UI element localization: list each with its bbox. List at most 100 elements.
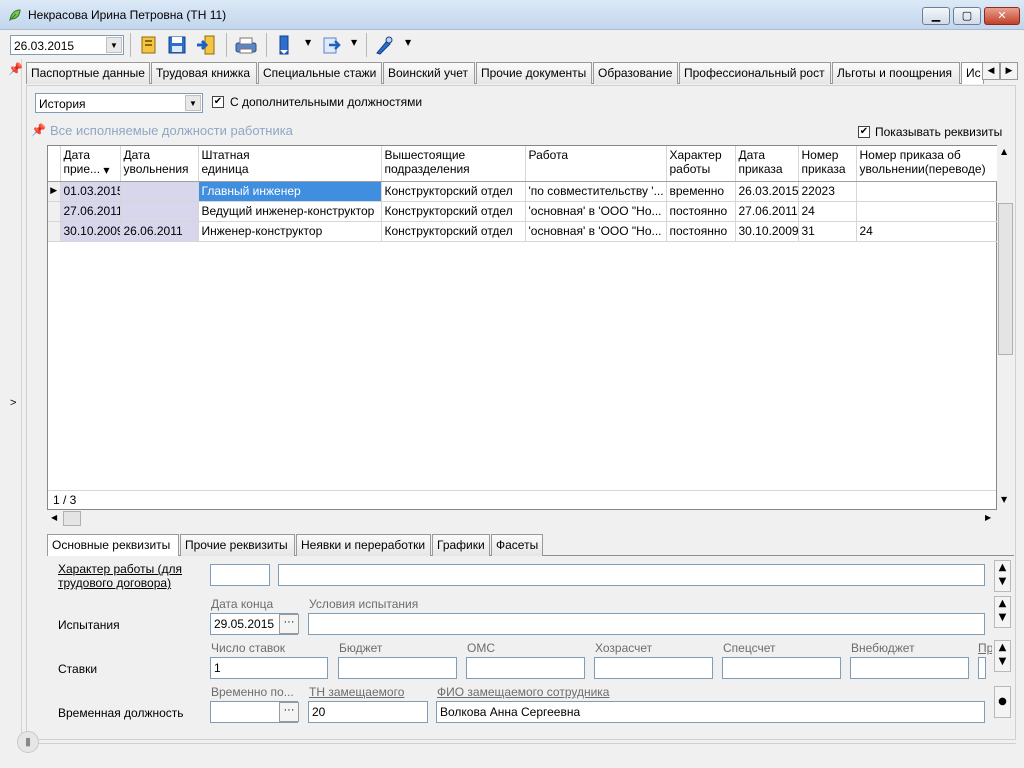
table-cell[interactable]: постоянно xyxy=(666,221,736,242)
table-cell[interactable]: 24 xyxy=(798,201,857,222)
move-dropdown-arrow[interactable]: ▼ xyxy=(351,38,357,47)
table-cell[interactable] xyxy=(856,201,999,222)
grid-vertical-scrollbar[interactable]: ▲ ▼ xyxy=(997,145,1014,510)
selffin-field[interactable] xyxy=(594,657,713,679)
table-row[interactable]: 27.06.2011 Ведущий инженер-конструктор К… xyxy=(48,201,999,222)
scroll-down-icon[interactable]: ▼ xyxy=(1001,495,1007,504)
table-cell[interactable]: временно xyxy=(666,181,736,202)
table-cell[interactable] xyxy=(120,181,199,202)
trial-conditions-field[interactable] xyxy=(308,613,985,635)
tab-other-documents[interactable]: Прочие документы xyxy=(476,62,592,84)
oms-field[interactable] xyxy=(466,657,585,679)
bookmark-icon[interactable] xyxy=(272,34,296,56)
column-header[interactable]: Штатная единица xyxy=(198,146,382,182)
tab-history[interactable]: Ис xyxy=(961,62,984,84)
updown-icon[interactable]: ▲ ▼ xyxy=(994,640,1011,672)
table-cell[interactable]: 01.03.2015 xyxy=(60,181,121,202)
column-header[interactable]: Вышестоящие подразделения xyxy=(381,146,526,182)
table-cell[interactable]: Ведущий инженер-конструктор xyxy=(198,201,382,222)
tab-professional-growth[interactable]: Профессиональный рост xyxy=(679,62,831,84)
chevron-down-icon[interactable]: ▼ xyxy=(185,95,201,111)
budget-field[interactable] xyxy=(338,657,457,679)
tabs-scroll-right-icon[interactable]: ▶ xyxy=(1000,62,1018,80)
marker-dropdown-arrow[interactable]: ▼ xyxy=(405,38,411,47)
table-cell[interactable]: Конструкторский отдел xyxy=(381,201,526,222)
exit-icon[interactable] xyxy=(194,34,218,56)
tab-main-details[interactable]: Основные реквизиты xyxy=(47,534,179,556)
table-row[interactable]: ▶ 01.03.2015 Главный инженер Конструктор… xyxy=(48,181,999,202)
date-combo[interactable]: 26.03.2015 ▼ xyxy=(10,35,124,55)
column-header[interactable]: Номер приказа об увольнении(переводе) xyxy=(856,146,999,182)
pr-field[interactable] xyxy=(978,657,986,679)
table-cell[interactable]: Инженер-конструктор xyxy=(198,221,382,242)
column-header[interactable]: Характер работы xyxy=(666,146,736,182)
bookmark-small-icon[interactable]: ▮ xyxy=(17,731,39,753)
table-cell[interactable]: Конструкторский отдел xyxy=(381,221,526,242)
table-cell[interactable]: 30.10.2009 xyxy=(60,221,121,242)
table-cell[interactable]: 26.06.2011 xyxy=(120,221,199,242)
scroll-up-icon[interactable]: ▲ xyxy=(1001,147,1007,156)
work-type-code-field[interactable] xyxy=(210,564,270,586)
tab-schedules[interactable]: Графики xyxy=(432,534,490,556)
table-cell[interactable]: 27.06.2011 xyxy=(735,201,799,222)
additional-positions-checkbox[interactable]: ✔ xyxy=(212,96,224,108)
hscroll-thumb[interactable] xyxy=(63,511,81,526)
table-cell[interactable]: 26.03.2015 xyxy=(735,181,799,202)
table-cell[interactable]: 'основная' в 'ООО "Но... xyxy=(525,221,667,242)
date-picker-button[interactable]: ··· xyxy=(279,614,299,634)
show-details-checkbox[interactable]: ✔ xyxy=(858,126,870,138)
updown-icon[interactable]: ▲ ▼ xyxy=(994,596,1011,628)
marker-icon[interactable] xyxy=(372,34,396,56)
column-header[interactable]: Работа xyxy=(525,146,667,182)
work-type-label[interactable]: Характер работы (для трудового договора) xyxy=(58,562,198,590)
pr-label[interactable]: Пр xyxy=(978,641,992,655)
column-header[interactable]: Дата прие... ▼ xyxy=(60,146,121,182)
tab-passport[interactable]: Паспортные данные xyxy=(26,62,150,84)
maximize-button[interactable]: ▢ xyxy=(953,7,981,25)
table-cell[interactable]: 27.06.2011 xyxy=(60,201,121,222)
temp-until-picker-button[interactable]: ··· xyxy=(279,702,299,722)
tab-absences[interactable]: Неявки и переработки xyxy=(296,534,431,556)
table-cell[interactable]: 'основная' в 'ООО "Но... xyxy=(525,201,667,222)
tab-education[interactable]: Образование xyxy=(593,62,678,84)
dot-icon[interactable]: ● xyxy=(994,686,1011,718)
grid-pin-icon[interactable]: 📌 xyxy=(31,123,46,137)
special-account-field[interactable] xyxy=(722,657,841,679)
grid-horizontal-scrollbar[interactable]: ◀ ▶ xyxy=(47,510,997,527)
updown-icon[interactable]: ▲ ▼ xyxy=(994,560,1011,592)
pin-icon[interactable]: 📌 xyxy=(8,62,23,76)
work-type-name-field[interactable] xyxy=(278,564,985,586)
save-icon[interactable] xyxy=(165,34,189,56)
column-header[interactable]: Дата увольнения xyxy=(120,146,199,182)
table-cell[interactable]: Конструкторский отдел xyxy=(381,181,526,202)
table-cell[interactable]: 30.10.2009 xyxy=(735,221,799,242)
scroll-right-icon[interactable]: ▶ xyxy=(985,513,991,522)
column-header[interactable]: Дата приказа xyxy=(735,146,799,182)
tab-benefits[interactable]: Льготы и поощрения xyxy=(832,62,960,84)
replaced-tn-label[interactable]: ТН замещаемого xyxy=(309,685,404,699)
table-cell[interactable]: Главный инженер xyxy=(198,181,382,202)
expand-left-icon[interactable]: > xyxy=(10,397,16,409)
tab-special-experience[interactable]: Специальные стажи xyxy=(258,62,382,84)
replaced-tn-field[interactable]: 20 xyxy=(308,701,428,723)
rates-count-field[interactable]: 1 xyxy=(210,657,328,679)
tab-work-book[interactable]: Трудовая книжка xyxy=(151,62,257,84)
tab-other-details[interactable]: Прочие реквизиты xyxy=(180,534,295,556)
table-cell[interactable]: постоянно xyxy=(666,201,736,222)
offbudget-field[interactable] xyxy=(850,657,969,679)
print-icon[interactable] xyxy=(234,34,258,56)
scroll-left-icon[interactable]: ◀ xyxy=(51,513,57,522)
table-cell[interactable] xyxy=(120,201,199,222)
tab-facets[interactable]: Фасеты xyxy=(491,534,543,556)
scroll-thumb[interactable] xyxy=(998,203,1013,355)
table-cell[interactable]: 31 xyxy=(798,221,857,242)
minimize-button[interactable]: ▁ xyxy=(922,7,950,25)
table-row[interactable]: 30.10.2009 26.06.2011 Инженер-конструкто… xyxy=(48,221,999,242)
tabs-scroll-left-icon[interactable]: ◀ xyxy=(982,62,1000,80)
table-cell[interactable]: 'по совместительству '... xyxy=(525,181,667,202)
chevron-down-icon[interactable]: ▼ xyxy=(106,37,122,53)
move-icon[interactable] xyxy=(320,34,344,56)
replaced-name-label[interactable]: ФИО замещаемого сотрудника xyxy=(437,685,609,699)
column-header[interactable]: Номер приказа xyxy=(798,146,857,182)
view-mode-select[interactable]: История ▼ xyxy=(35,93,203,113)
